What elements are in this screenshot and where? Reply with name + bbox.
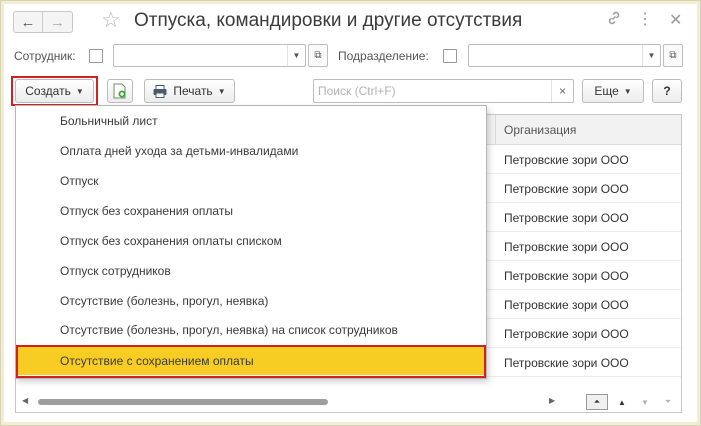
menu-item-label: Больничный лист [60, 114, 158, 128]
menu-item-label: Отсутствие (болезнь, прогул, неявка) на … [60, 323, 398, 337]
employee-label: Сотрудник: [14, 49, 76, 63]
menu-item-label: Отсутствие (болезнь, прогул, неявка) [60, 294, 269, 308]
department-checkbox[interactable] [443, 49, 457, 63]
last-page-icon: ⏷ [664, 397, 672, 406]
more-button[interactable]: Еще ▼ [582, 79, 644, 103]
star-icon[interactable]: ☆ [101, 7, 121, 33]
arrow-right-icon: → [50, 13, 65, 31]
menu-item-absence[interactable]: Отсутствие (болезнь, прогул, неявка) [17, 287, 485, 315]
close-icon[interactable]: ✕ [669, 10, 682, 30]
chevron-down-icon[interactable]: ▼ [287, 45, 305, 66]
more-vertical-icon[interactable]: ⋮ [637, 9, 653, 29]
page-title: Отпуска, командировки и другие отсутстви… [134, 10, 523, 31]
menu-item-vacation[interactable]: Отпуск [17, 167, 485, 195]
menu-item-label: Отпуск [60, 174, 99, 188]
help-button[interactable]: ? [652, 79, 682, 103]
open-window-icon: ⧉ [314, 50, 322, 61]
menu-item-absence-list[interactable]: Отсутствие (болезнь, прогул, неявка) на … [17, 316, 485, 344]
print-button[interactable]: Печать ▼ [144, 79, 235, 103]
column-header-organization[interactable]: Организация [504, 123, 576, 137]
printer-icon [153, 84, 167, 98]
scroll-thumb[interactable] [38, 399, 328, 405]
cell-organization: Петровские зори ООО [504, 182, 629, 196]
scroll-track[interactable] [38, 399, 543, 405]
scroll-down-button[interactable]: ▼ [634, 394, 656, 410]
menu-item-label: Отпуск без сохранения оплаты списком [60, 234, 282, 248]
search-field[interactable]: × [313, 79, 574, 103]
create-dropdown-menu: Больничный лист Оплата дней ухода за дет… [15, 105, 487, 379]
open-window-icon: ⧉ [669, 50, 677, 61]
menu-item-label: Оплата дней ухода за детьми-инвалидами [60, 144, 299, 158]
horizontal-scrollbar[interactable]: ◀ ▶ [16, 393, 571, 409]
copy-button[interactable] [107, 79, 133, 103]
clear-icon[interactable]: × [551, 80, 573, 102]
forward-button[interactable]: → [43, 11, 73, 33]
menu-item-label: Отпуск сотрудников [60, 264, 171, 278]
column-divider [495, 115, 496, 145]
menu-item-label: Отпуск без сохранения оплаты [60, 204, 233, 218]
arrow-left-icon: ← [20, 13, 36, 31]
create-button-annotation-frame [11, 76, 98, 106]
menu-item-sick-leave[interactable]: Больничный лист [17, 107, 485, 135]
triangle-up-icon: ▲ [618, 397, 626, 407]
department-label: Подразделение: [338, 49, 429, 63]
help-icon: ? [663, 84, 671, 98]
cell-organization: Петровские зори ООО [504, 153, 629, 167]
scroll-right-icon[interactable]: ▶ [549, 396, 555, 405]
chevron-down-icon[interactable]: ▼ [642, 45, 660, 66]
print-button-label: Печать [173, 84, 213, 98]
more-button-label: Еще [594, 84, 619, 98]
add-document-icon [113, 83, 126, 99]
cell-organization: Петровские зори ООО [504, 211, 629, 225]
department-open-button[interactable]: ⧉ [663, 44, 683, 67]
cell-organization: Петровские зори ООО [504, 356, 629, 370]
employee-field[interactable]: ▼ [113, 44, 306, 67]
scroll-left-icon[interactable]: ◀ [22, 396, 28, 405]
menu-item-unpaid-vacation[interactable]: Отпуск без сохранения оплаты [17, 197, 485, 225]
scroll-to-bottom-button[interactable]: ⏷ [657, 394, 679, 410]
menu-item-unpaid-vacation-list[interactable]: Отпуск без сохранения оплаты списком [17, 227, 485, 255]
department-field[interactable]: ▼ [468, 44, 661, 67]
caret-down-icon: ▼ [217, 86, 226, 96]
cell-organization: Петровские зори ООО [504, 327, 629, 341]
triangle-down-icon: ▼ [641, 397, 649, 407]
menu-item-employees-vacation[interactable]: Отпуск сотрудников [17, 257, 485, 285]
menu-item-label: Отсутствие с сохранением оплаты [60, 354, 254, 368]
cell-organization: Петровские зори ООО [504, 240, 629, 254]
search-input[interactable] [314, 80, 554, 102]
link-icon[interactable] [607, 11, 621, 29]
back-button[interactable]: ← [13, 11, 43, 33]
main-window: ← → ☆ Отпуска, командировки и другие отс… [0, 0, 701, 426]
caret-down-icon: ▼ [623, 86, 632, 96]
cell-organization: Петровские зори ООО [504, 269, 629, 283]
employee-open-button[interactable]: ⧉ [308, 44, 328, 67]
scroll-to-top-button[interactable]: ⏶ [586, 394, 608, 410]
first-page-icon: ⏶ [593, 397, 601, 406]
menu-item-paid-absence[interactable]: Отсутствие с сохранением оплаты [17, 347, 485, 375]
scroll-up-button[interactable]: ▲ [611, 394, 633, 410]
cell-organization: Петровские зори ООО [504, 298, 629, 312]
menu-item-disabled-children-care[interactable]: Оплата дней ухода за детьми-инвалидами [17, 137, 485, 165]
employee-checkbox[interactable] [89, 49, 103, 63]
